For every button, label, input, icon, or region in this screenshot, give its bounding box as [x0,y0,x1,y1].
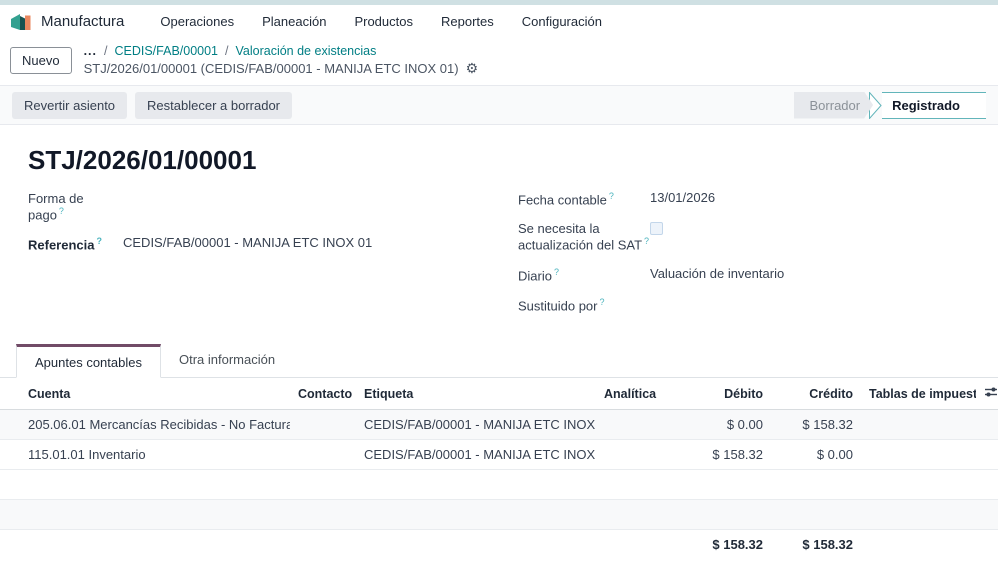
col-header-cuenta[interactable]: Cuenta [0,378,290,411]
status-pipeline: Borrador Registrado [794,91,986,119]
menu-operaciones[interactable]: Operaciones [146,14,248,29]
cell-credito[interactable]: $ 158.32 [771,409,861,441]
notebook-tabs: Apuntes contables Otra información [0,344,998,379]
cell-cuenta[interactable]: 205.06.01 Mercancías Recibidas - No Fact… [0,409,290,441]
cell-credito[interactable]: $ 0.00 [771,439,861,471]
breadcrumb-area: Nuevo ... / CEDIS/FAB/00001 / Valoración… [0,38,998,86]
breadcrumb-link-valoracion[interactable]: Valoración de existencias [236,44,377,58]
breadcrumb-current: STJ/2026/01/00001 (CEDIS/FAB/00001 - MAN… [83,61,459,76]
field-value[interactable]: 13/01/2026 [650,190,715,205]
cell-analitica[interactable] [596,409,696,441]
cell-contacto[interactable] [290,409,356,441]
total-debito: $ 158.32 [696,529,771,560]
revert-entry-button[interactable]: Revertir asiento [12,91,128,119]
field-forma-de-pago: Forma de pago? [28,190,490,222]
field-diario: Diario? Valuación de inventario [518,266,984,283]
record-title: STJ/2026/01/00001 [28,145,257,175]
help-icon[interactable]: ? [59,206,64,216]
field-value[interactable]: Valuación de inventario [650,266,784,281]
menu-planeacion[interactable]: Planeación [248,14,340,29]
app-name: Manufactura [41,13,125,30]
empty-row [0,469,998,501]
menu-reportes[interactable]: Reportes [427,14,508,29]
totals-row: $ 158.32 $ 158.32 [0,529,998,560]
new-button[interactable]: Nuevo [10,47,72,74]
gear-icon[interactable]: ⚙ [466,60,479,77]
breadcrumb: ... / CEDIS/FAB/00001 / Valoración de ex… [84,44,479,77]
cell-analitica[interactable] [596,439,696,471]
journal-items-table: Cuenta Contacto Etiqueta Analítica Débit… [0,378,998,560]
col-header-analitica[interactable]: Analítica [596,378,696,411]
status-step-registrado: Registrado [882,91,986,119]
field-label: Se necesita la actualización del SAT [518,221,643,253]
manufacturing-app-icon [11,13,31,30]
form-fields: Forma de pago? Referencia? CEDIS/FAB/000… [0,190,998,326]
menu-configuracion[interactable]: Configuración [508,14,616,29]
empty-row [0,499,998,531]
top-navbar: Manufactura Operaciones Planeación Produ… [0,5,998,38]
field-sat-update: Se necesita la actualización del SAT? [518,220,984,253]
table-header-row: Cuenta Contacto Etiqueta Analítica Débit… [0,378,998,411]
breadcrumb-link-cedis[interactable]: CEDIS/FAB/00001 [114,44,218,58]
field-label: Diario [518,267,552,283]
cell-etiqueta[interactable]: CEDIS/FAB/00001 - MANIJA ETC INOX 01 [356,409,596,441]
cell-cuenta[interactable]: 115.01.01 Inventario [0,439,290,471]
field-label: Referencia [28,237,95,253]
field-label: Sustituido por [518,298,598,314]
cell-impuestos[interactable] [861,439,976,471]
cell-etiqueta[interactable]: CEDIS/FAB/00001 - MANIJA ETC INOX 01 [356,439,596,471]
cell-contacto[interactable] [290,439,356,471]
field-value[interactable]: CEDIS/FAB/00001 - MANIJA ETC INOX 01 [123,235,372,250]
app-switcher[interactable]: Manufactura [10,12,124,32]
field-label: Forma de pago [28,191,84,223]
optional-columns-icon[interactable] [984,386,998,401]
field-fecha-contable: Fecha contable? 13/01/2026 [518,190,984,207]
help-icon[interactable]: ? [644,236,649,246]
total-credito: $ 158.32 [771,529,861,560]
cell-impuestos[interactable] [861,409,976,441]
col-header-debito[interactable]: Débito [696,378,771,411]
sat-update-checkbox[interactable] [650,222,663,236]
cell-debito[interactable]: $ 0.00 [696,409,771,441]
help-icon[interactable]: ? [600,297,605,307]
col-header-credito[interactable]: Crédito [771,378,861,411]
field-referencia: Referencia? CEDIS/FAB/00001 - MANIJA ETC… [28,235,490,252]
menu-productos[interactable]: Productos [340,14,427,29]
col-header-etiqueta[interactable]: Etiqueta [356,378,596,411]
breadcrumb-separator: / [104,44,108,58]
control-panel: Revertir asiento Restablecer a borrador … [0,86,998,125]
field-label: Fecha contable [518,192,607,208]
table-row[interactable]: 205.06.01 Mercancías Recibidas - No Fact… [0,409,998,441]
help-icon[interactable]: ? [609,191,614,201]
table-row[interactable]: 115.01.01 Inventario CEDIS/FAB/00001 - M… [0,439,998,471]
help-icon[interactable]: ? [96,236,102,246]
tab-otra-informacion[interactable]: Otra información [161,344,293,377]
tab-apuntes-contables[interactable]: Apuntes contables [16,344,161,379]
cell-debito[interactable]: $ 158.32 [696,439,771,471]
col-header-contacto[interactable]: Contacto [290,378,356,411]
field-sustituido-por: Sustituido por? [518,296,984,313]
help-icon[interactable]: ? [554,267,559,277]
col-header-impuestos[interactable]: Tablas de impuestos [861,378,976,411]
form-sheet: STJ/2026/01/00001 Forma de pago? Referen… [0,125,998,560]
breadcrumb-overflow-button[interactable]: ... [84,44,97,58]
reset-to-draft-button[interactable]: Restablecer a borrador [135,91,293,119]
status-step-borrador[interactable]: Borrador [794,92,874,119]
breadcrumb-separator: / [225,44,229,58]
